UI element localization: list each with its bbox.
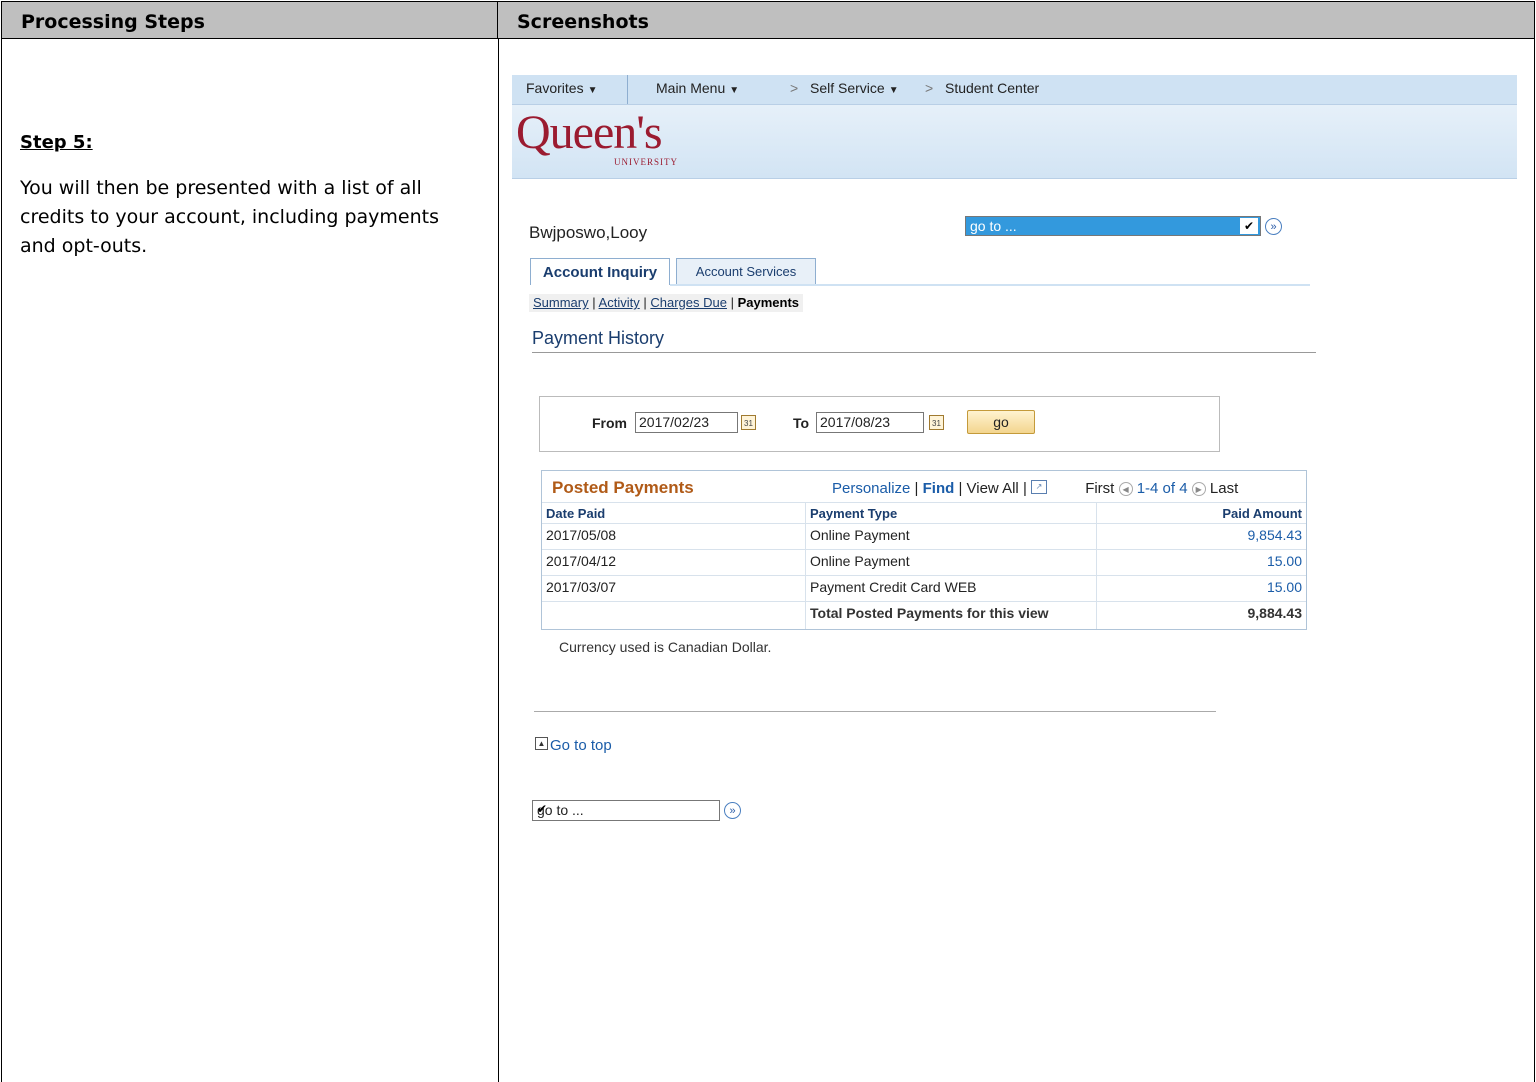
breadcrumb-separator: > <box>790 80 799 96</box>
favorites-menu[interactable]: Favorites ▼ <box>526 80 597 96</box>
step-title: Step 5: <box>20 132 93 153</box>
personalize-link[interactable]: Personalize <box>832 480 910 497</box>
find-link[interactable]: Find <box>923 480 955 497</box>
date-paid-cell: 2017/05/08 <box>546 527 617 543</box>
subnav-summary[interactable]: Summary <box>533 295 589 310</box>
next-arrow-icon: ▶ <box>1191 482 1206 497</box>
top-navigation-bar: Favorites ▼ Main Menu ▼ > Self Service ▼ > … <box>512 75 1517 105</box>
payment-type-cell: Online Payment <box>810 553 910 569</box>
app-screenshot: Favorites ▼ Main Menu ▼ > Self Service ▼ > … <box>512 75 1517 1080</box>
chevron-down-icon: ✔ <box>1240 218 1258 234</box>
breadcrumb-self-service[interactable]: Self Service ▼ <box>810 80 899 96</box>
page-title: Payment History <box>532 328 665 348</box>
calendar-icon[interactable]: 31 <box>929 415 944 430</box>
popout-grid-icon[interactable]: ↗ <box>1031 480 1048 494</box>
payment-type-cell: Payment Credit Card WEB <box>810 579 977 595</box>
caret-down-icon: ▼ <box>888 85 899 96</box>
table-row: 2017/04/12 Online Payment 15.00 <box>542 549 1306 575</box>
last-link: Last <box>1209 480 1239 497</box>
tab-account-services[interactable]: Account Services <box>676 258 816 285</box>
subnav-activity[interactable]: Activity <box>599 295 640 310</box>
bottom-divider <box>534 711 1216 712</box>
arrow-up-icon: ▲ <box>535 737 548 750</box>
university-logo: Queen's <box>516 106 663 159</box>
screenshots-header: Screenshots <box>498 1 1535 39</box>
first-link: First <box>1085 480 1115 497</box>
date-paid-cell: 2017/03/07 <box>546 579 617 595</box>
subnav-charges-due[interactable]: Charges Due <box>650 295 727 310</box>
sub-navigation: Summary | Activity | Charges Due | Payme… <box>529 294 804 312</box>
processing-steps-header-label: Processing Steps <box>21 11 205 33</box>
go-arrow-icon[interactable]: » <box>724 802 741 819</box>
student-name: Bwjposwo,Looy <box>529 223 648 242</box>
document-page: Processing Steps Screenshots Step 5: You… <box>0 0 1536 1082</box>
table-row: 2017/03/07 Payment Credit Card WEB 15.00 <box>542 575 1306 601</box>
tab-underline <box>670 284 1310 286</box>
table-row: 2017/05/08 Online Payment 9,854.43 <box>542 523 1306 549</box>
breadcrumb-separator: > <box>925 80 934 96</box>
tab-account-inquiry[interactable]: Account Inquiry <box>530 258 670 285</box>
date-filter-box: From 2017/02/23 31 To 2017/08/23 31 go <box>539 396 1220 452</box>
grid-title: Posted Payments <box>552 478 694 497</box>
grid-column-headers: Date Paid Payment Type Paid Amount <box>542 502 1306 523</box>
processing-steps-header: Processing Steps <box>1 1 498 39</box>
go-arrow-icon[interactable]: » <box>1265 218 1282 235</box>
header-banner: Queen's UNIVERSITY <box>512 105 1517 179</box>
goto-select-bottom[interactable]: go to ... ✔ <box>532 800 720 821</box>
prev-arrow-icon: ◀ <box>1118 482 1133 497</box>
caret-down-icon: ▼ <box>729 85 740 96</box>
subnav-payments: Payments <box>737 295 800 310</box>
main-menu[interactable]: Main Menu ▼ <box>656 80 739 96</box>
paid-amount-link[interactable]: 15.00 <box>1267 579 1302 595</box>
total-row: Total Posted Payments for this view 9,88… <box>542 601 1306 627</box>
go-to-top-link[interactable]: ▲ Go to top <box>535 737 612 754</box>
from-date-input[interactable]: 2017/02/23 <box>635 412 738 433</box>
calendar-icon[interactable]: 31 <box>741 415 756 430</box>
grid-header: Posted Payments Personalize | Find | Vie… <box>542 471 1306 502</box>
currency-note: Currency used is Canadian Dollar. <box>559 639 772 655</box>
go-button[interactable]: go <box>967 410 1035 434</box>
to-label: To <box>793 415 810 431</box>
goto-select-top[interactable]: go to ... ✔ <box>965 216 1261 236</box>
title-divider <box>532 352 1316 353</box>
col-paid-amount[interactable]: Paid Amount <box>1222 506 1302 521</box>
total-amount: 9,884.43 <box>1247 605 1303 621</box>
col-payment-type[interactable]: Payment Type <box>810 506 897 521</box>
breadcrumb-student-center[interactable]: Student Center <box>945 80 1039 96</box>
screenshots-header-label: Screenshots <box>517 11 649 33</box>
from-label: From <box>592 415 627 431</box>
posted-payments-grid: Posted Payments Personalize | Find | Vie… <box>541 470 1307 630</box>
processing-steps-column <box>1 1 499 1082</box>
payment-type-cell: Online Payment <box>810 527 910 543</box>
menu-divider <box>627 75 628 104</box>
caret-down-icon: ▼ <box>587 85 598 96</box>
total-label: Total Posted Payments for this view <box>810 605 1049 621</box>
grid-toolbar: Personalize | Find | View All | ↗ First … <box>832 480 1239 497</box>
view-all-link[interactable]: View All <box>967 480 1019 497</box>
date-paid-cell: 2017/04/12 <box>546 553 617 569</box>
university-logo-sub: UNIVERSITY <box>614 157 678 167</box>
chevron-down-icon: ✔ <box>537 802 548 816</box>
paid-amount-link[interactable]: 15.00 <box>1267 553 1302 569</box>
col-date-paid[interactable]: Date Paid <box>546 506 605 521</box>
step-description: You will then be presented with a list o… <box>20 177 440 257</box>
to-date-input[interactable]: 2017/08/23 <box>816 412 924 433</box>
paid-amount-link[interactable]: 9,854.43 <box>1248 527 1303 543</box>
row-range: 1-4 of 4 <box>1136 480 1188 497</box>
